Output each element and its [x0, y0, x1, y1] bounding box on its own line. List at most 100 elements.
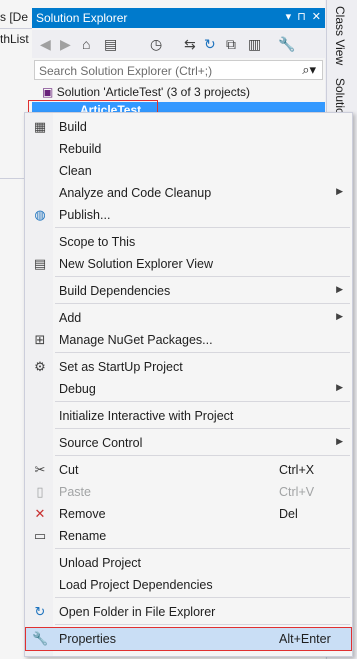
- menu-separator: [55, 455, 350, 456]
- menu-item-set-as-startup-project[interactable]: ⚙ Set as StartUp Project: [26, 356, 351, 378]
- menu-item-unload-project[interactable]: Unload Project: [26, 552, 351, 574]
- menu-item-build[interactable]: ▦ Build: [26, 116, 351, 138]
- scissors-icon: ✂: [34, 462, 46, 477]
- menu-item-label: Rename: [59, 529, 107, 543]
- menu-item-label: Rebuild: [59, 142, 102, 156]
- submenu-arrow-icon: ▶: [336, 186, 343, 196]
- history-icon[interactable]: ◷: [150, 36, 162, 52]
- submenu-arrow-icon: ▶: [336, 436, 343, 446]
- new-view-icon: ▤: [33, 256, 47, 271]
- nuget-icon: ⊞: [34, 332, 46, 347]
- menu-item-shortcut: Ctrl+V: [279, 485, 315, 499]
- menu-item-manage-nuget-packages[interactable]: ⊞ Manage NuGet Packages...: [26, 329, 351, 351]
- editor-text: thList: [0, 32, 29, 46]
- menu-item-label: Clean: [59, 164, 92, 178]
- switch-views-icon[interactable]: ▤: [104, 36, 117, 52]
- refresh-icon[interactable]: ↻: [204, 36, 216, 52]
- menu-item-label: Source Control: [59, 436, 143, 450]
- menu-item-open-folder-in-file-explorer[interactable]: ↻ Open Folder in File Explorer: [26, 601, 351, 623]
- menu-item-rename[interactable]: ▭ Rename: [26, 525, 351, 547]
- menu-item-label: Debug: [59, 382, 96, 396]
- menu-item-shortcut: Del: [279, 507, 298, 521]
- solution-node[interactable]: ▣ Solution 'ArticleTest' (3 of 3 project…: [42, 85, 250, 99]
- menu-item-remove[interactable]: ✕ Remove Del: [26, 503, 351, 525]
- submenu-arrow-icon: ▶: [336, 311, 343, 321]
- menu-item-label: Open Folder in File Explorer: [59, 605, 216, 619]
- gear-icon: ⚙: [34, 359, 46, 374]
- back-icon[interactable]: ◀: [40, 36, 51, 52]
- properties-wrench-icon[interactable]: 🔧: [278, 36, 295, 52]
- menu-separator: [55, 276, 350, 277]
- menu-item-load-project-dependencies[interactable]: Load Project Dependencies: [26, 574, 351, 596]
- paste-icon: ▯: [36, 484, 44, 499]
- menu-separator: [55, 352, 350, 353]
- menu-item-label: Add: [59, 311, 82, 325]
- menu-item-initialize-interactive-with-project[interactable]: Initialize Interactive with Project: [26, 405, 351, 427]
- menu-item-label: Cut: [59, 463, 79, 477]
- menu-item-clean[interactable]: Clean: [26, 160, 351, 182]
- window-position-button[interactable]: ▾: [286, 10, 292, 23]
- menu-item-source-control[interactable]: Source Control ▶: [26, 432, 351, 454]
- search-placeholder: Search Solution Explorer (Ctrl+;): [39, 64, 213, 78]
- submenu-arrow-icon: ▶: [336, 284, 343, 294]
- menu-item-add[interactable]: Add ▶: [26, 307, 351, 329]
- menu-item-cut[interactable]: ✂ Cut Ctrl+X: [26, 459, 351, 481]
- menu-item-label: Build Dependencies: [59, 284, 171, 298]
- sync-icon[interactable]: ⇆: [184, 36, 196, 52]
- wrench-icon: 🔧: [32, 631, 49, 646]
- menu-item-properties[interactable]: 🔧 Properties Alt+Enter: [25, 627, 352, 651]
- menu-item-label: Publish...: [59, 208, 111, 222]
- solution-label: Solution 'ArticleTest' (3 of 3 projects): [56, 85, 251, 99]
- menu-item-new-solution-explorer-view[interactable]: ▤ New Solution Explorer View: [26, 253, 351, 275]
- menu-separator: [55, 597, 350, 598]
- panel-title-bar: Solution Explorer ▾ ⊓ ✕: [32, 8, 325, 28]
- menu-separator: [55, 548, 350, 549]
- build-icon: ▦: [33, 119, 47, 134]
- rename-icon: ▭: [33, 528, 47, 543]
- menu-separator: [55, 624, 350, 625]
- menu-item-scope-to-this[interactable]: Scope to This: [26, 231, 351, 253]
- forward-icon[interactable]: ▶: [60, 36, 71, 52]
- menu-separator: [55, 401, 350, 402]
- menu-item-label: Build: [59, 120, 87, 134]
- close-button[interactable]: ✕: [312, 10, 321, 23]
- menu-item-label: Scope to This: [59, 235, 136, 249]
- menu-item-label: Manage NuGet Packages...: [59, 333, 213, 347]
- menu-item-analyze-and-code-cleanup[interactable]: Analyze and Code Cleanup ▶: [26, 182, 351, 204]
- menu-item-debug[interactable]: Debug ▶: [26, 378, 351, 400]
- submenu-arrow-icon: ▶: [336, 382, 343, 392]
- menu-item-publish[interactable]: ◍ Publish...: [26, 204, 351, 226]
- menu-item-label: Load Project Dependencies: [59, 578, 213, 592]
- tab-class-view[interactable]: Class View: [333, 6, 347, 65]
- menu-item-label: Remove: [59, 507, 106, 521]
- menu-item-paste[interactable]: ▯ Paste Ctrl+V: [26, 481, 351, 503]
- context-menu: ▦ Build Rebuild Clean Analyze and Code Clean…: [24, 112, 353, 657]
- divider: [0, 28, 32, 29]
- search-icon[interactable]: ⌕▾: [302, 62, 316, 78]
- refresh-folder-icon: ↻: [34, 604, 46, 619]
- menu-item-label: Initialize Interactive with Project: [59, 409, 234, 423]
- menu-item-shortcut: Ctrl+X: [279, 463, 315, 477]
- menu-item-label: Analyze and Code Cleanup: [59, 186, 212, 200]
- solution-icon: ▣: [42, 85, 54, 99]
- menu-item-shortcut: Alt+Enter: [279, 632, 331, 646]
- pin-button[interactable]: ⊓: [297, 10, 306, 23]
- show-all-files-icon[interactable]: ▥: [248, 36, 261, 52]
- menu-item-label: Set as StartUp Project: [59, 360, 183, 374]
- panel-toolbar: ◀ ▶ ⌂ ▤ ◷ ⇆ ↻ ⧉ ▥ 🔧: [32, 30, 325, 58]
- menu-item-label: New Solution Explorer View: [59, 257, 214, 271]
- menu-item-label: Properties: [59, 632, 116, 646]
- menu-item-label: Unload Project: [59, 556, 141, 570]
- home-icon[interactable]: ⌂: [82, 36, 90, 52]
- tab-solution-explorer[interactable]: Solutio: [333, 78, 347, 115]
- menu-item-build-dependencies[interactable]: Build Dependencies ▶: [26, 280, 351, 302]
- menu-item-rebuild[interactable]: Rebuild: [26, 138, 351, 160]
- search-input[interactable]: Search Solution Explorer (Ctrl+;) ⌕▾: [34, 60, 323, 80]
- globe-icon: ◍: [34, 207, 46, 222]
- remove-icon: ✕: [34, 506, 46, 521]
- menu-separator: [55, 303, 350, 304]
- collapse-all-icon[interactable]: ⧉: [226, 36, 236, 52]
- menu-separator: [55, 428, 350, 429]
- editor-tab-text: s [De: [0, 10, 29, 24]
- menu-separator: [55, 227, 350, 228]
